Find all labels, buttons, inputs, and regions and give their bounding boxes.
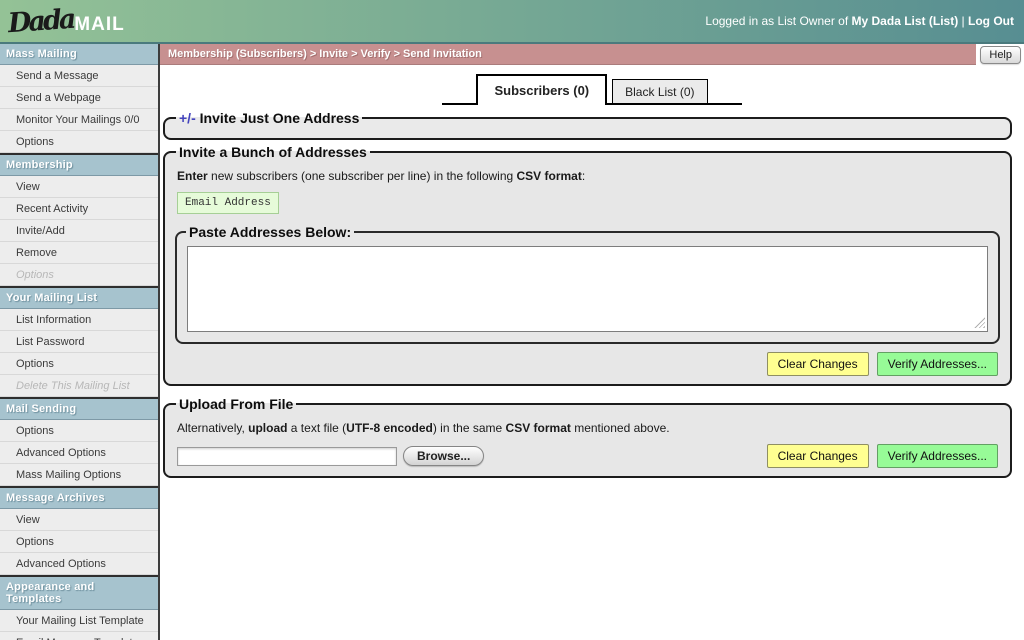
- collapsed-body: [175, 126, 1000, 132]
- paste-addresses-legend: Paste Addresses Below:: [186, 224, 354, 240]
- instruction-bold: CSV format: [517, 169, 582, 183]
- sidebar-item-remove[interactable]: Remove: [0, 242, 158, 264]
- upload-actions-row: Clear Changes Verify Addresses...: [767, 444, 998, 468]
- help-box: Help: [976, 44, 1024, 65]
- tab-strip: Subscribers (0)Black List (0): [442, 72, 742, 105]
- current-list-name: My Dada List (List): [852, 14, 959, 28]
- clear-changes-button[interactable]: Clear Changes: [767, 444, 869, 468]
- instruction-text: mentioned above.: [571, 421, 670, 435]
- logo-dada-script: Dada: [7, 5, 74, 36]
- login-prefix: Logged in as List Owner of: [705, 14, 848, 28]
- sidebar-item-options: Options: [0, 264, 158, 286]
- invite-just-one-address-legend: +/- Invite Just One Address: [176, 110, 362, 126]
- upload-from-file-legend: Upload From File: [176, 396, 296, 412]
- collapse-toggle-link[interactable]: +/-: [179, 110, 196, 126]
- sidebar-section-membership: Membership: [0, 153, 158, 176]
- instruction-text: a text file (: [287, 421, 346, 435]
- paste-addresses-textarea[interactable]: [187, 246, 988, 332]
- upload-instruction: Alternatively, upload a text file (UTF-8…: [177, 421, 998, 435]
- paste-addresses-fieldset: Paste Addresses Below:: [175, 224, 1000, 344]
- sidebar-item-recent-activity[interactable]: Recent Activity: [0, 198, 158, 220]
- instruction-text: Alternatively,: [177, 421, 248, 435]
- sidebar-item-delete-this-mailing-list: Delete This Mailing List: [0, 375, 158, 397]
- sidebar-item-options[interactable]: Options: [0, 420, 158, 442]
- logo-mail-text: MAIL: [74, 15, 124, 34]
- main-area: Membership (Subscribers) > Invite > Veri…: [160, 44, 1024, 640]
- sidebar-item-send-a-message[interactable]: Send a Message: [0, 65, 158, 87]
- sidebar-item-send-a-webpage[interactable]: Send a Webpage: [0, 87, 158, 109]
- csv-format-instruction: Enter new subscribers (one subscriber pe…: [177, 169, 998, 183]
- csv-format-chip: Email Address: [177, 192, 279, 214]
- sidebar-section-message-archives: Message Archives: [0, 486, 158, 509]
- textarea-wrapper: [187, 246, 988, 332]
- dada-mail-logo[interactable]: Dada MAIL: [8, 8, 125, 35]
- instruction-bold: CSV format: [506, 421, 571, 435]
- sidebar-section-appearance-and-templates: Appearance and Templates: [0, 575, 158, 610]
- sidebar-item-invite-add[interactable]: Invite/Add: [0, 220, 158, 242]
- instruction-bold: UTF-8 encoded: [346, 421, 433, 435]
- sidebar-item-advanced-options[interactable]: Advanced Options: [0, 442, 158, 464]
- upload-from-file-fieldset: Upload From File Alternatively, upload a…: [163, 396, 1012, 478]
- invite-a-bunch-of-addresses-fieldset: Invite a Bunch of Addresses Enter new su…: [163, 144, 1012, 386]
- invite-just-one-address-title: Invite Just One Address: [200, 110, 360, 126]
- file-input-group: Browse...: [177, 446, 484, 466]
- instruction-bold: Enter: [177, 169, 208, 183]
- sidebar-item-options[interactable]: Options: [0, 131, 158, 153]
- tab-black-list-0[interactable]: Black List (0): [612, 79, 707, 103]
- instruction-text: :: [582, 169, 585, 183]
- sidebar-section-your-mailing-list: Your Mailing List: [0, 286, 158, 309]
- instruction-text: new subscribers (one subscriber per line…: [208, 169, 517, 183]
- sidebar-item-list-information[interactable]: List Information: [0, 309, 158, 331]
- app-header: Dada MAIL Logged in as List Owner of My …: [0, 0, 1024, 44]
- instruction-text: ) in the same: [433, 421, 506, 435]
- breadcrumb-bar: Membership (Subscribers) > Invite > Veri…: [160, 44, 1024, 65]
- breadcrumb: Membership (Subscribers) > Invite > Veri…: [160, 44, 976, 65]
- verify-addresses-button[interactable]: Verify Addresses...: [877, 352, 998, 376]
- sidebar-item-mass-mailing-options[interactable]: Mass Mailing Options: [0, 464, 158, 486]
- instruction-bold: upload: [248, 421, 287, 435]
- sidebar-item-view[interactable]: View: [0, 509, 158, 531]
- sidebar-item-email-message-templates[interactable]: Email Message Templates: [0, 632, 158, 640]
- clear-changes-button[interactable]: Clear Changes: [767, 352, 869, 376]
- paste-actions-row: Clear Changes Verify Addresses...: [177, 352, 998, 376]
- sidebar-item-advanced-options[interactable]: Advanced Options: [0, 553, 158, 575]
- help-button[interactable]: Help: [980, 46, 1021, 64]
- invite-just-one-address-fieldset: +/- Invite Just One Address: [163, 110, 1012, 140]
- sidebar-section-mass-mailing: Mass Mailing: [0, 44, 158, 65]
- sidebar-item-your-mailing-list-template[interactable]: Your Mailing List Template: [0, 610, 158, 632]
- upload-row: Browse... Clear Changes Verify Addresses…: [177, 444, 998, 468]
- sidebar-section-mail-sending: Mail Sending: [0, 397, 158, 420]
- invite-a-bunch-of-addresses-legend: Invite a Bunch of Addresses: [176, 144, 370, 160]
- logout-link[interactable]: Log Out: [968, 14, 1014, 28]
- sidebar: Mass MailingSend a MessageSend a Webpage…: [0, 44, 160, 640]
- tab-subscribers-0[interactable]: Subscribers (0): [476, 74, 607, 105]
- sidebar-item-options[interactable]: Options: [0, 353, 158, 375]
- verify-addresses-button[interactable]: Verify Addresses...: [877, 444, 998, 468]
- sidebar-item-view[interactable]: View: [0, 176, 158, 198]
- sidebar-item-options[interactable]: Options: [0, 531, 158, 553]
- browse-button[interactable]: Browse...: [403, 446, 484, 466]
- login-status: Logged in as List Owner of My Dada List …: [705, 14, 1014, 28]
- login-separator: |: [962, 14, 965, 28]
- sidebar-item-monitor-your-mailings-0-0[interactable]: Monitor Your Mailings 0/0: [0, 109, 158, 131]
- file-path-input[interactable]: [177, 447, 397, 466]
- sidebar-item-list-password[interactable]: List Password: [0, 331, 158, 353]
- content: +/- Invite Just One Address Invite a Bun…: [160, 105, 1024, 482]
